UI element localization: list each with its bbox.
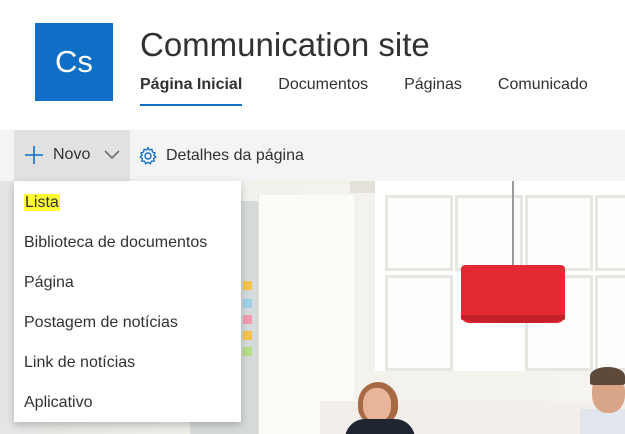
menu-item-page[interactable]: Página — [14, 263, 241, 303]
nav-item-documents[interactable]: Documentos — [278, 76, 368, 102]
menu-item-news-link-label: Link de notícias — [24, 354, 136, 371]
site-header: Cs Communication site Página Inicial Doc… — [0, 0, 625, 130]
menu-item-news-post[interactable]: Postagem de notícias — [14, 303, 241, 343]
site-logo-text: Cs — [55, 44, 93, 79]
new-button-label: Novo — [53, 146, 91, 163]
page-details-label: Detalhes da página — [166, 146, 304, 164]
site-title[interactable]: Communication site — [140, 26, 430, 64]
menu-item-document-library-label: Biblioteca de documentos — [24, 234, 208, 251]
new-button[interactable]: Novo — [14, 130, 130, 181]
menu-item-list[interactable]: Lista — [14, 183, 241, 223]
nav-item-home[interactable]: Página Inicial — [140, 76, 243, 106]
new-dropdown-menu: Lista Biblioteca de documentos Página Po… — [14, 181, 241, 422]
nav-item-announcement[interactable]: Comunicado — [498, 76, 588, 102]
nav-item-pages[interactable]: Páginas — [404, 76, 462, 102]
menu-item-document-library[interactable]: Biblioteca de documentos — [14, 223, 241, 263]
plus-icon — [25, 146, 43, 164]
menu-item-news-link[interactable]: Link de notícias — [14, 343, 241, 383]
chevron-down-icon — [104, 150, 120, 159]
site-logo[interactable]: Cs — [35, 23, 113, 101]
menu-item-news-post-label: Postagem de notícias — [24, 314, 178, 331]
menu-item-page-label: Página — [24, 274, 74, 291]
menu-item-app[interactable]: Aplicativo — [14, 383, 241, 423]
menu-item-app-label: Aplicativo — [24, 394, 93, 411]
page-details-button[interactable]: Detalhes da página — [138, 130, 304, 181]
gear-icon — [139, 146, 157, 164]
menu-item-list-label: Lista — [24, 194, 60, 211]
site-navigation: Página Inicial Documentos Páginas Comuni… — [140, 76, 624, 106]
